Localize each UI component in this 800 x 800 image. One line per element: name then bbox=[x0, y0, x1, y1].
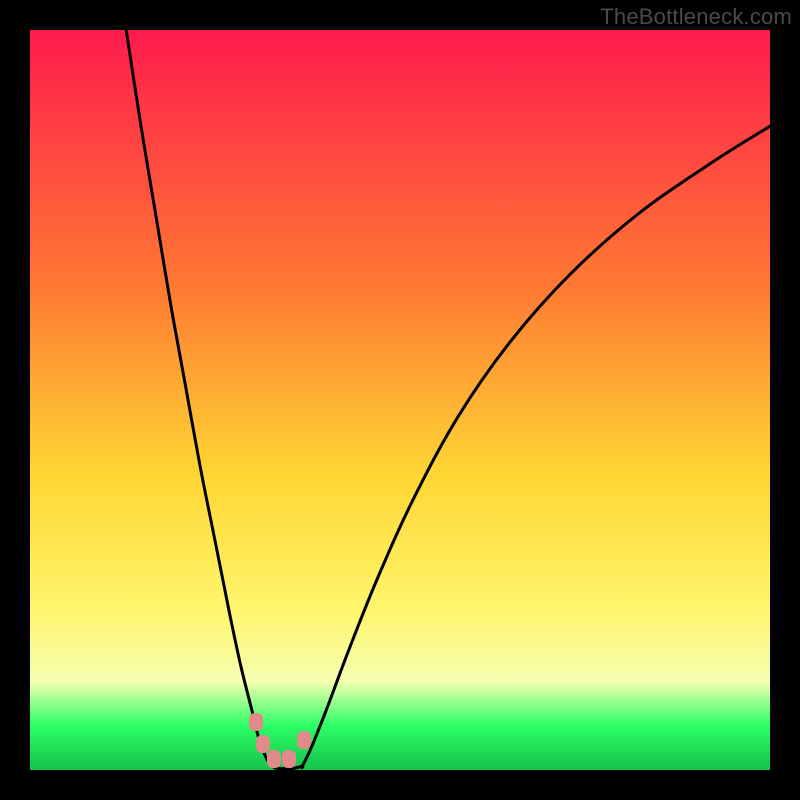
valley-marker bbox=[256, 735, 270, 753]
watermark-text: TheBottleneck.com bbox=[600, 4, 792, 30]
valley-marker bbox=[249, 713, 263, 731]
valley-marker bbox=[267, 750, 281, 768]
valley-marker bbox=[282, 750, 296, 768]
valley-marker bbox=[297, 731, 311, 749]
bottleneck-curve bbox=[30, 30, 770, 770]
plot-area bbox=[30, 30, 770, 770]
chart-frame: TheBottleneck.com bbox=[0, 0, 800, 800]
